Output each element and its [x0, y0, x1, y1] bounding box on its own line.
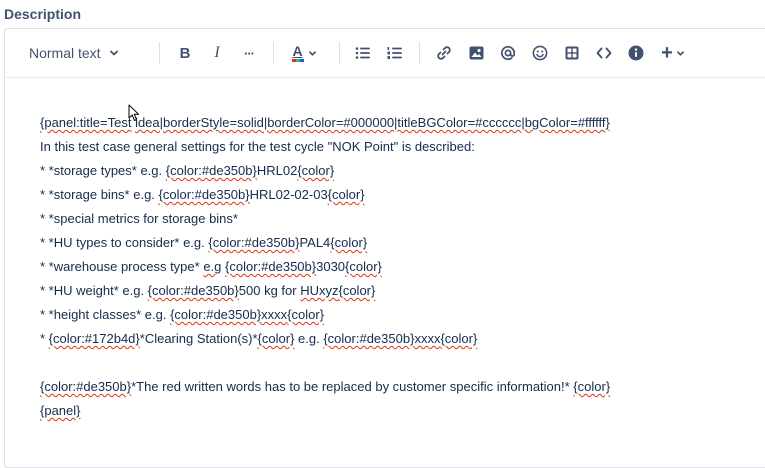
text-color-button[interactable]: A [287, 41, 321, 65]
spellcheck-flagged-text: xxxx [414, 331, 441, 346]
editor-line: * *warehouse process type* e.g {color:#d… [40, 255, 765, 279]
spellcheck-flagged-text: idea|borderStyle=solid|borderColor=#0000… [135, 115, 610, 130]
bullet-list-icon [355, 46, 371, 60]
spellcheck-flagged-text: {color:#de350b} [40, 379, 132, 394]
spellcheck-flagged-text: {color} [287, 307, 325, 322]
table-icon [565, 46, 579, 60]
mention-button[interactable] [496, 41, 520, 65]
line-text: * *HU types to consider* e.g. [40, 235, 209, 250]
editor-line: * {color:#172b4d}*Clearing Station(s)*{c… [40, 327, 765, 351]
spellcheck-flagged-text: {color:#de350b} [208, 235, 300, 250]
line-text: e.g. [294, 331, 324, 346]
spellcheck-flagged-text: {color:#de350b} [147, 283, 239, 298]
spellcheck-flagged-text: xxxx [261, 307, 288, 322]
line-text: 3030 [316, 259, 346, 274]
code-snippet-button[interactable] [592, 41, 616, 65]
mention-icon [500, 45, 516, 61]
line-text: * *special metrics for storage bins* [40, 211, 238, 226]
chevron-down-icon [676, 49, 685, 58]
editor-line: {panel} [40, 399, 765, 423]
spellcheck-flagged-text: {color} [573, 379, 611, 394]
field-label: Description [4, 6, 82, 22]
line-text: PAL4 [299, 235, 331, 250]
bullet-list-button[interactable] [351, 41, 375, 65]
plus-icon: + [661, 42, 673, 64]
insert-more-button[interactable]: + [656, 41, 690, 65]
emoji-icon [532, 45, 548, 61]
line-text: 500 kg for [238, 283, 301, 298]
spellcheck-flagged-text: {color} [345, 259, 382, 274]
numbered-list-button[interactable] [383, 41, 407, 65]
spellcheck-flagged-text: {color:#de350b} [170, 307, 262, 322]
spellcheck-flagged-text: {color} [297, 163, 335, 178]
spellcheck-flagged-text: {panel} [40, 403, 81, 418]
text-color-letter: A [292, 43, 303, 59]
spellcheck-flagged-text: {color:#de350b} [165, 163, 257, 178]
bold-button[interactable]: B [173, 41, 197, 65]
spellcheck-flagged-text: {color:#de350b} [225, 259, 317, 274]
text-style-label: Normal text [29, 45, 101, 61]
image-icon [469, 46, 484, 60]
line-text: *Clearing Station(s)* [139, 331, 258, 346]
info-icon [628, 45, 644, 61]
text-style-dropdown[interactable]: Normal text [29, 41, 139, 65]
editor-line: * *height classes* e.g. {color:#de350b}x… [40, 303, 765, 327]
italic-button[interactable]: I [205, 41, 229, 65]
code-icon [596, 47, 612, 59]
spellcheck-flagged-text: HUxyz [300, 283, 339, 298]
spellcheck-flagged-text: {panel:title=Test [40, 115, 132, 130]
line-text: * *HU weight* e.g. [40, 283, 148, 298]
spellcheck-flagged-text: {color} [338, 283, 376, 298]
toolbar-divider [339, 42, 340, 64]
spellcheck-flagged-text: {color} [440, 331, 478, 346]
spellcheck-flagged-text: {color:#de350b} [158, 187, 250, 202]
editor-line: * *HU weight* e.g. {color:#de350b}500 kg… [40, 279, 765, 303]
toolbar-divider [419, 42, 420, 64]
editor-line: * *HU types to consider* e.g. {color:#de… [40, 231, 765, 255]
chevron-down-icon [109, 48, 119, 58]
editor-content[interactable]: {panel:title=Test idea|borderStyle=solid… [40, 111, 765, 423]
rich-text-editor[interactable]: Normal text B I ··· A + {panel:title=Tes… [4, 28, 765, 468]
table-button[interactable] [560, 41, 584, 65]
link-button[interactable] [432, 41, 456, 65]
toolbar-divider [273, 42, 274, 64]
line-text: * *storage types* e.g. [40, 163, 166, 178]
numbered-list-icon [387, 46, 403, 60]
text-color-icon: A [291, 43, 304, 62]
emoji-button[interactable] [528, 41, 552, 65]
image-button[interactable] [464, 41, 488, 65]
line-text: * *warehouse process type* [40, 259, 204, 274]
line-text: * [40, 331, 49, 346]
editor-line: * *storage types* e.g. {color:#de350b}HR… [40, 159, 765, 183]
line-text: In this test case general settings for t… [40, 139, 475, 154]
spellcheck-flagged-text: {color} [327, 187, 365, 202]
toolbar-divider [159, 42, 160, 64]
link-icon [436, 45, 452, 61]
line-text: * *storage bins* e.g. [40, 187, 159, 202]
spellcheck-flagged-text: {color} [257, 331, 295, 346]
editor-line: * *special metrics for storage bins* [40, 207, 765, 231]
line-text: *The red written words has to be replace… [131, 379, 574, 394]
editor-line: In this test case general settings for t… [40, 135, 765, 159]
editor-toolbar: Normal text B I ··· A + [5, 29, 765, 78]
spellcheck-flagged-text: {color:#172b4d} [48, 331, 140, 346]
spellcheck-flagged-text: {color} [330, 235, 368, 250]
chevron-down-icon [308, 49, 317, 58]
editor-line: {panel:title=Test idea|borderStyle=solid… [40, 111, 765, 135]
editor-line: * *storage bins* e.g. {color:#de350b}HRL… [40, 183, 765, 207]
spellcheck-flagged-text: e.g [203, 259, 222, 274]
line-text: HRL02 [256, 163, 298, 178]
line-text: HRL02-02-03 [249, 187, 328, 202]
text-color-swatch [291, 59, 304, 62]
spellcheck-flagged-text: {color:#de350b} [323, 331, 415, 346]
more-formatting-button[interactable]: ··· [237, 41, 261, 65]
editor-line: {color:#de350b}*The red written words ha… [40, 375, 765, 399]
line-text: * *height classes* e.g. [40, 307, 171, 322]
info-panel-button[interactable] [624, 41, 648, 65]
mouse-cursor-icon [128, 104, 140, 127]
